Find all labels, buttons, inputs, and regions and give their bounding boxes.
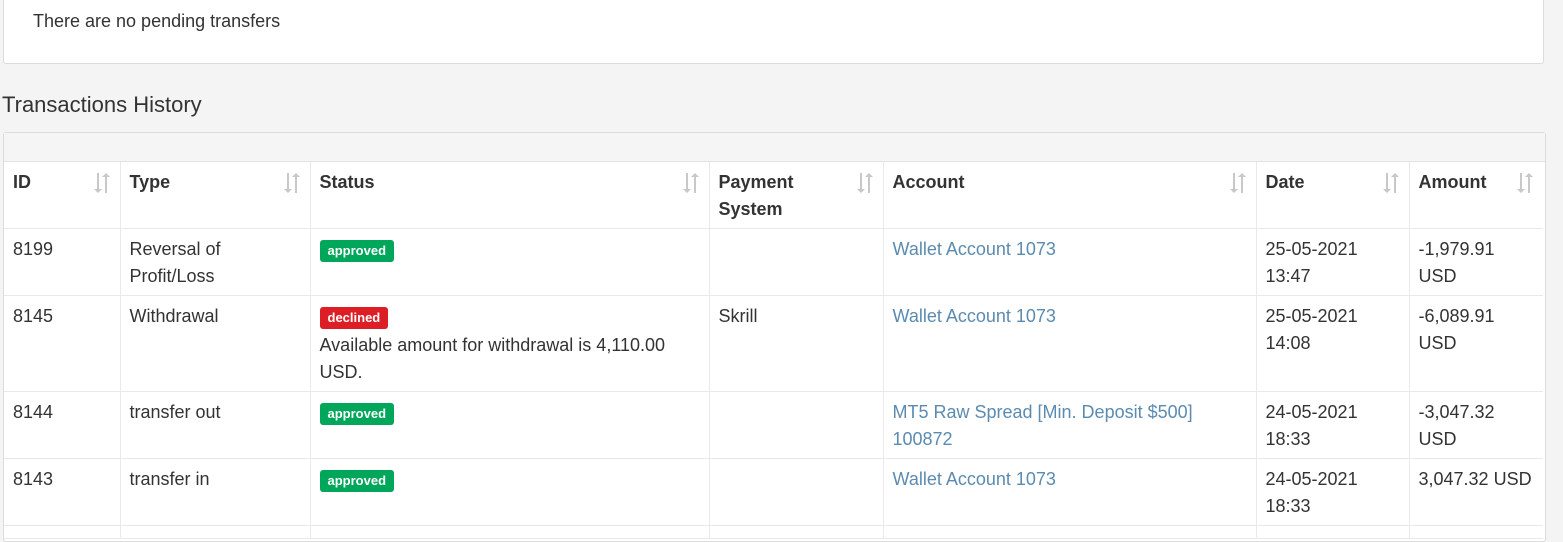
account-link[interactable]: Wallet Account 1073 [893, 239, 1056, 259]
cell-account: Wallet Account 1073 [883, 228, 1257, 296]
cell-payment-system [709, 458, 884, 526]
cell-account: Wallet Account 1073 [883, 458, 1257, 526]
cell-date: 25-05-2021 14:08 [1256, 295, 1410, 392]
column-header-label: Type [129, 172, 171, 192]
amount-value: -1,979.91 USD [1418, 239, 1495, 286]
type-value: Withdrawal [129, 306, 219, 326]
id-value: 8145 [13, 306, 54, 326]
date-value: 25-05-2021 14:08 [1265, 306, 1358, 353]
column-header-label: Account [892, 172, 965, 192]
cell-id: 8143 [4, 458, 121, 526]
cell-date: 25-05-2021 13:47 [1256, 228, 1410, 296]
status-badge: declined [319, 307, 389, 329]
cell-type: Withdrawal [120, 295, 311, 392]
cell-account [883, 525, 1257, 539]
column-header-account[interactable]: Account [883, 162, 1257, 229]
date-value: 24-05-2021 18:33 [1265, 402, 1358, 449]
transactions-table-panel: ID Type Status Payment System Account Date Amo… [3, 132, 1546, 542]
sort-icon[interactable] [1381, 172, 1401, 194]
id-value: 8143 [13, 469, 54, 489]
column-header-id[interactable]: ID [4, 162, 121, 229]
cell-amount [1409, 525, 1543, 539]
sort-icon[interactable] [282, 172, 302, 194]
type-value: transfer out [129, 402, 221, 422]
cell-date: 24-05-2021 18:33 [1256, 391, 1410, 459]
status-badge: approved [319, 403, 395, 425]
payment-system-value: Skrill [718, 306, 758, 326]
cell-amount: -3,047.32 USD [1409, 391, 1543, 459]
cell-date [1256, 525, 1410, 539]
cell-id [4, 525, 121, 539]
cell-amount: 3,047.32 USD [1409, 458, 1543, 526]
column-header-status[interactable]: Status [310, 162, 710, 229]
table-row: 8144 transfer out approved MT5 Raw Spread [… [4, 391, 1543, 459]
cell-id: 8144 [4, 391, 121, 459]
cell-account: Wallet Account 1073 [883, 295, 1257, 392]
cell-status: approved [310, 391, 710, 459]
type-value: Reversal of Profit/Loss [129, 239, 221, 286]
column-header-label: Amount [1418, 172, 1487, 192]
cell-account: MT5 Raw Spread [Min. Deposit $500] 10087… [883, 391, 1257, 459]
table-header: ID Type Status Payment System Account Date Amo… [4, 162, 1543, 229]
cell-id: 8199 [4, 228, 121, 296]
cell-status: approved [310, 228, 710, 296]
pending-transfers-panel: There are no pending transfers [3, 0, 1544, 64]
table-row [4, 525, 1543, 539]
column-header-date[interactable]: Date [1256, 162, 1410, 229]
account-link[interactable]: MT5 Raw Spread [Min. Deposit $500] 10087… [893, 402, 1193, 449]
cell-payment-system [709, 525, 884, 539]
date-value: 24-05-2021 18:33 [1265, 469, 1358, 516]
cell-status: approved [310, 458, 710, 526]
cell-type: transfer out [120, 391, 311, 459]
type-value: transfer in [129, 469, 210, 489]
section-title: Transactions History [2, 92, 202, 117]
cell-type: Reversal of Profit/Loss [120, 228, 311, 296]
table-toolbar [4, 133, 1545, 162]
id-value: 8144 [13, 402, 54, 422]
transactions-table: ID Type Status Payment System Account Date Amo… [4, 162, 1543, 539]
id-value: 8199 [13, 239, 54, 259]
cell-status: declined Available amount for withdrawal … [310, 295, 710, 392]
column-header-type[interactable]: Type [120, 162, 311, 229]
amount-value: 3,047.32 USD [1418, 469, 1532, 489]
column-header-label: ID [13, 172, 31, 192]
header-row: ID Type Status Payment System Account Date Amo… [4, 162, 1543, 229]
table-row: 8143 transfer in approved Wallet Account 10… [4, 458, 1543, 526]
cell-id: 8145 [4, 295, 121, 392]
amount-value: -3,047.32 USD [1418, 402, 1495, 449]
status-badge: approved [319, 470, 395, 492]
column-header-label: Payment System [718, 172, 794, 219]
status-badge: approved [319, 240, 395, 262]
cell-payment-system [709, 228, 884, 296]
sort-icon[interactable] [855, 172, 875, 194]
cell-type: transfer in [120, 458, 311, 526]
sort-icon[interactable] [1515, 172, 1535, 194]
cell-type [120, 525, 311, 539]
sort-icon[interactable] [92, 172, 112, 194]
column-header-label: Date [1265, 172, 1305, 192]
table-row: 8199 Reversal of Profit/Loss approved Walle… [4, 228, 1543, 296]
cell-payment-system [709, 391, 884, 459]
amount-value: -6,089.91 USD [1418, 306, 1495, 353]
cell-status [310, 525, 710, 539]
sort-icon[interactable] [1228, 172, 1248, 194]
date-value: 25-05-2021 13:47 [1265, 239, 1358, 286]
column-header-payment-system[interactable]: Payment System [709, 162, 884, 229]
column-header-amount[interactable]: Amount [1409, 162, 1543, 229]
column-header-label: Status [319, 172, 375, 192]
table-row: 8145 Withdrawal declined Available amount f… [4, 295, 1543, 392]
cell-amount: -6,089.91 USD [1409, 295, 1543, 392]
table-body: 8199 Reversal of Profit/Loss approved Walle… [4, 228, 1543, 539]
cell-payment-system: Skrill [709, 295, 884, 392]
pending-transfers-message: There are no pending transfers [33, 11, 281, 31]
cell-amount: -1,979.91 USD [1409, 228, 1543, 296]
cell-date: 24-05-2021 18:33 [1256, 458, 1410, 526]
account-link[interactable]: Wallet Account 1073 [893, 469, 1056, 489]
status-note: Available amount for withdrawal is 4,110… [319, 335, 666, 382]
sort-icon[interactable] [681, 172, 701, 194]
account-link[interactable]: Wallet Account 1073 [893, 306, 1056, 326]
